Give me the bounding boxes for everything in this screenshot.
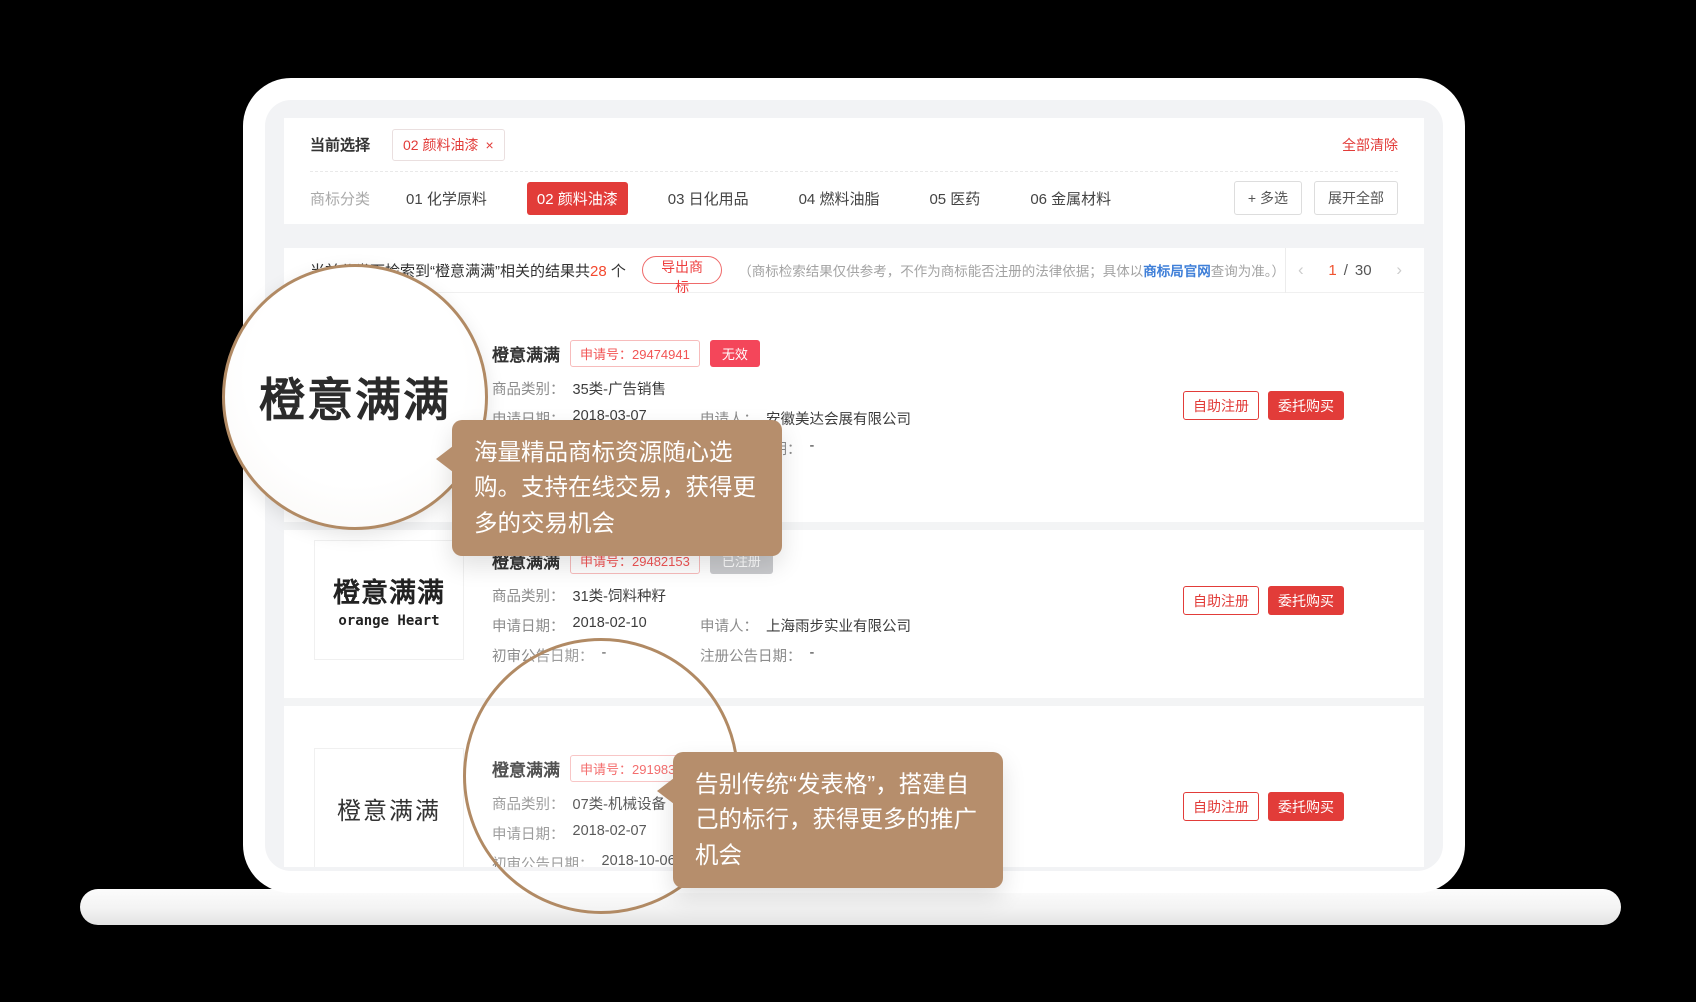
field-label: 申请日期： <box>492 615 565 635</box>
application-number-value: 29482153 <box>632 554 690 569</box>
field-label: 申请人： <box>700 615 758 635</box>
next-page-icon[interactable]: › <box>1396 260 1402 280</box>
field-value: 2018-02-10 <box>573 615 647 635</box>
selected-filter-tag[interactable]: 02 颜料油漆 × <box>392 129 505 161</box>
trademark-office-link[interactable]: 商标局官网 <box>1143 264 1211 279</box>
table-row: 橙意满满 orange Heart 橙意满满 申请号：29482153 已注册 … <box>284 530 1424 698</box>
field-label: 注册公告日期： <box>700 645 802 665</box>
category-row: 商标分类 01 化学原料 02 颜料油漆 03 日化用品 04 燃料油脂 05 … <box>310 172 1398 224</box>
application-number-label: 申请号： <box>580 347 632 362</box>
disclaimer-text-pre: （商标检索结果仅供参考，不作为商标能否注册的法律依据；具体以 <box>738 264 1143 279</box>
feature-tooltip: 海量精品商标资源随心选购。支持在线交易，获得更多的交易机会 <box>452 420 782 556</box>
application-number-tag: 申请号：29474941 <box>570 340 700 367</box>
disclaimer-text-post: 查询为准。） <box>1211 264 1285 279</box>
row-actions: 自助注册 委托购买 <box>1183 586 1344 615</box>
page-indicator: 1 / 30 <box>1328 262 1371 279</box>
prev-page-icon[interactable]: ‹ <box>1298 260 1304 280</box>
results-header: 当前分类下检索到“橙意满满”相关的结果共28 个 导出商标 （商标检索结果仅供参… <box>284 248 1424 293</box>
field-value: - <box>810 438 815 458</box>
multi-select-button[interactable]: + 多选 <box>1234 181 1302 215</box>
page-separator: / <box>1344 262 1348 279</box>
category-item-05[interactable]: 05 医药 <box>919 182 990 215</box>
trademark-name: 橙意满满 <box>492 341 560 366</box>
field-value: 35类-广告销售 <box>573 378 666 398</box>
filter-panel: 当前选择 02 颜料油漆 × 全部清除 商标分类 01 化学原料 02 颜料油漆… <box>284 118 1424 224</box>
category-item-06[interactable]: 06 金属材料 <box>1020 182 1121 215</box>
self-register-button[interactable]: 自助注册 <box>1183 586 1259 615</box>
export-trademarks-button[interactable]: 导出商标 <box>642 256 722 284</box>
pagination: ‹ 1 / 30 › <box>1286 260 1414 280</box>
field-value: - <box>810 645 815 665</box>
expand-all-button[interactable]: 展开全部 <box>1314 181 1398 215</box>
title-line: 橙意满满 申请号：29474941 无效 <box>492 339 1424 368</box>
results-summary-suffix: 个 <box>611 263 626 280</box>
field-value: 上海雨步实业有限公司 <box>766 615 911 635</box>
selected-filter-tag-label: 02 颜料油漆 <box>403 135 478 155</box>
row-actions: 自助注册 委托购买 <box>1183 792 1344 821</box>
field-label: 商品类别： <box>492 378 565 398</box>
field-line: 申请日期： 2018-02-10 申请人： 上海雨步实业有限公司 <box>492 615 1424 635</box>
trademark-image-subtext: orange Heart <box>338 613 439 629</box>
results-count: 28 <box>590 263 607 280</box>
feature-tooltip: 告别传统“发表格”，搭建自己的标行，获得更多的推广机会 <box>673 752 1003 888</box>
self-register-button[interactable]: 自助注册 <box>1183 391 1259 420</box>
total-pages: 30 <box>1355 262 1372 279</box>
category-item-03[interactable]: 03 日化用品 <box>658 182 759 215</box>
application-number-label: 申请号： <box>580 554 632 569</box>
field-value: 安徽美达会展有限公司 <box>766 408 911 428</box>
clear-all-link[interactable]: 全部清除 <box>1342 135 1398 155</box>
status-badge: 无效 <box>710 340 760 367</box>
trademark-image[interactable]: 橙意满满 <box>314 748 464 867</box>
trademark-image[interactable]: 橙意满满 orange Heart <box>314 540 464 660</box>
entrust-purchase-button[interactable]: 委托购买 <box>1268 586 1344 615</box>
trademark-image-text: 橙意满满 <box>333 571 445 610</box>
trademark-image-text: 橙意满满 <box>337 791 441 826</box>
remove-filter-icon[interactable]: × <box>485 137 493 153</box>
category-item-04[interactable]: 04 燃料油脂 <box>789 182 890 215</box>
current-selection-label: 当前选择 <box>310 134 370 155</box>
current-selection-row: 当前选择 02 颜料油漆 × 全部清除 <box>310 118 1398 171</box>
magnifier-circle: 橙意满满 <box>222 264 488 530</box>
magnified-trademark-text: 橙意满满 <box>259 364 451 430</box>
field-label: 商品类别： <box>492 585 565 605</box>
row-actions: 自助注册 委托购买 <box>1183 391 1344 420</box>
application-number-value: 29474941 <box>632 347 690 362</box>
row-separator <box>284 698 1424 706</box>
self-register-button[interactable]: 自助注册 <box>1183 792 1259 821</box>
category-label: 商标分类 <box>310 188 370 209</box>
field-value: 31类-饲料种籽 <box>573 585 666 605</box>
current-page: 1 <box>1328 262 1336 279</box>
category-item-01[interactable]: 01 化学原料 <box>396 182 497 215</box>
page-background: 当前选择 02 颜料油漆 × 全部清除 商标分类 01 化学原料 02 颜料油漆… <box>0 0 1696 1002</box>
entrust-purchase-button[interactable]: 委托购买 <box>1268 391 1344 420</box>
laptop-base <box>80 889 1621 925</box>
category-item-02-selected[interactable]: 02 颜料油漆 <box>527 182 628 215</box>
results-disclaimer: （商标检索结果仅供参考，不作为商标能否注册的法律依据；具体以商标局官网查询为准。… <box>738 260 1285 280</box>
entrust-purchase-button[interactable]: 委托购买 <box>1268 792 1344 821</box>
